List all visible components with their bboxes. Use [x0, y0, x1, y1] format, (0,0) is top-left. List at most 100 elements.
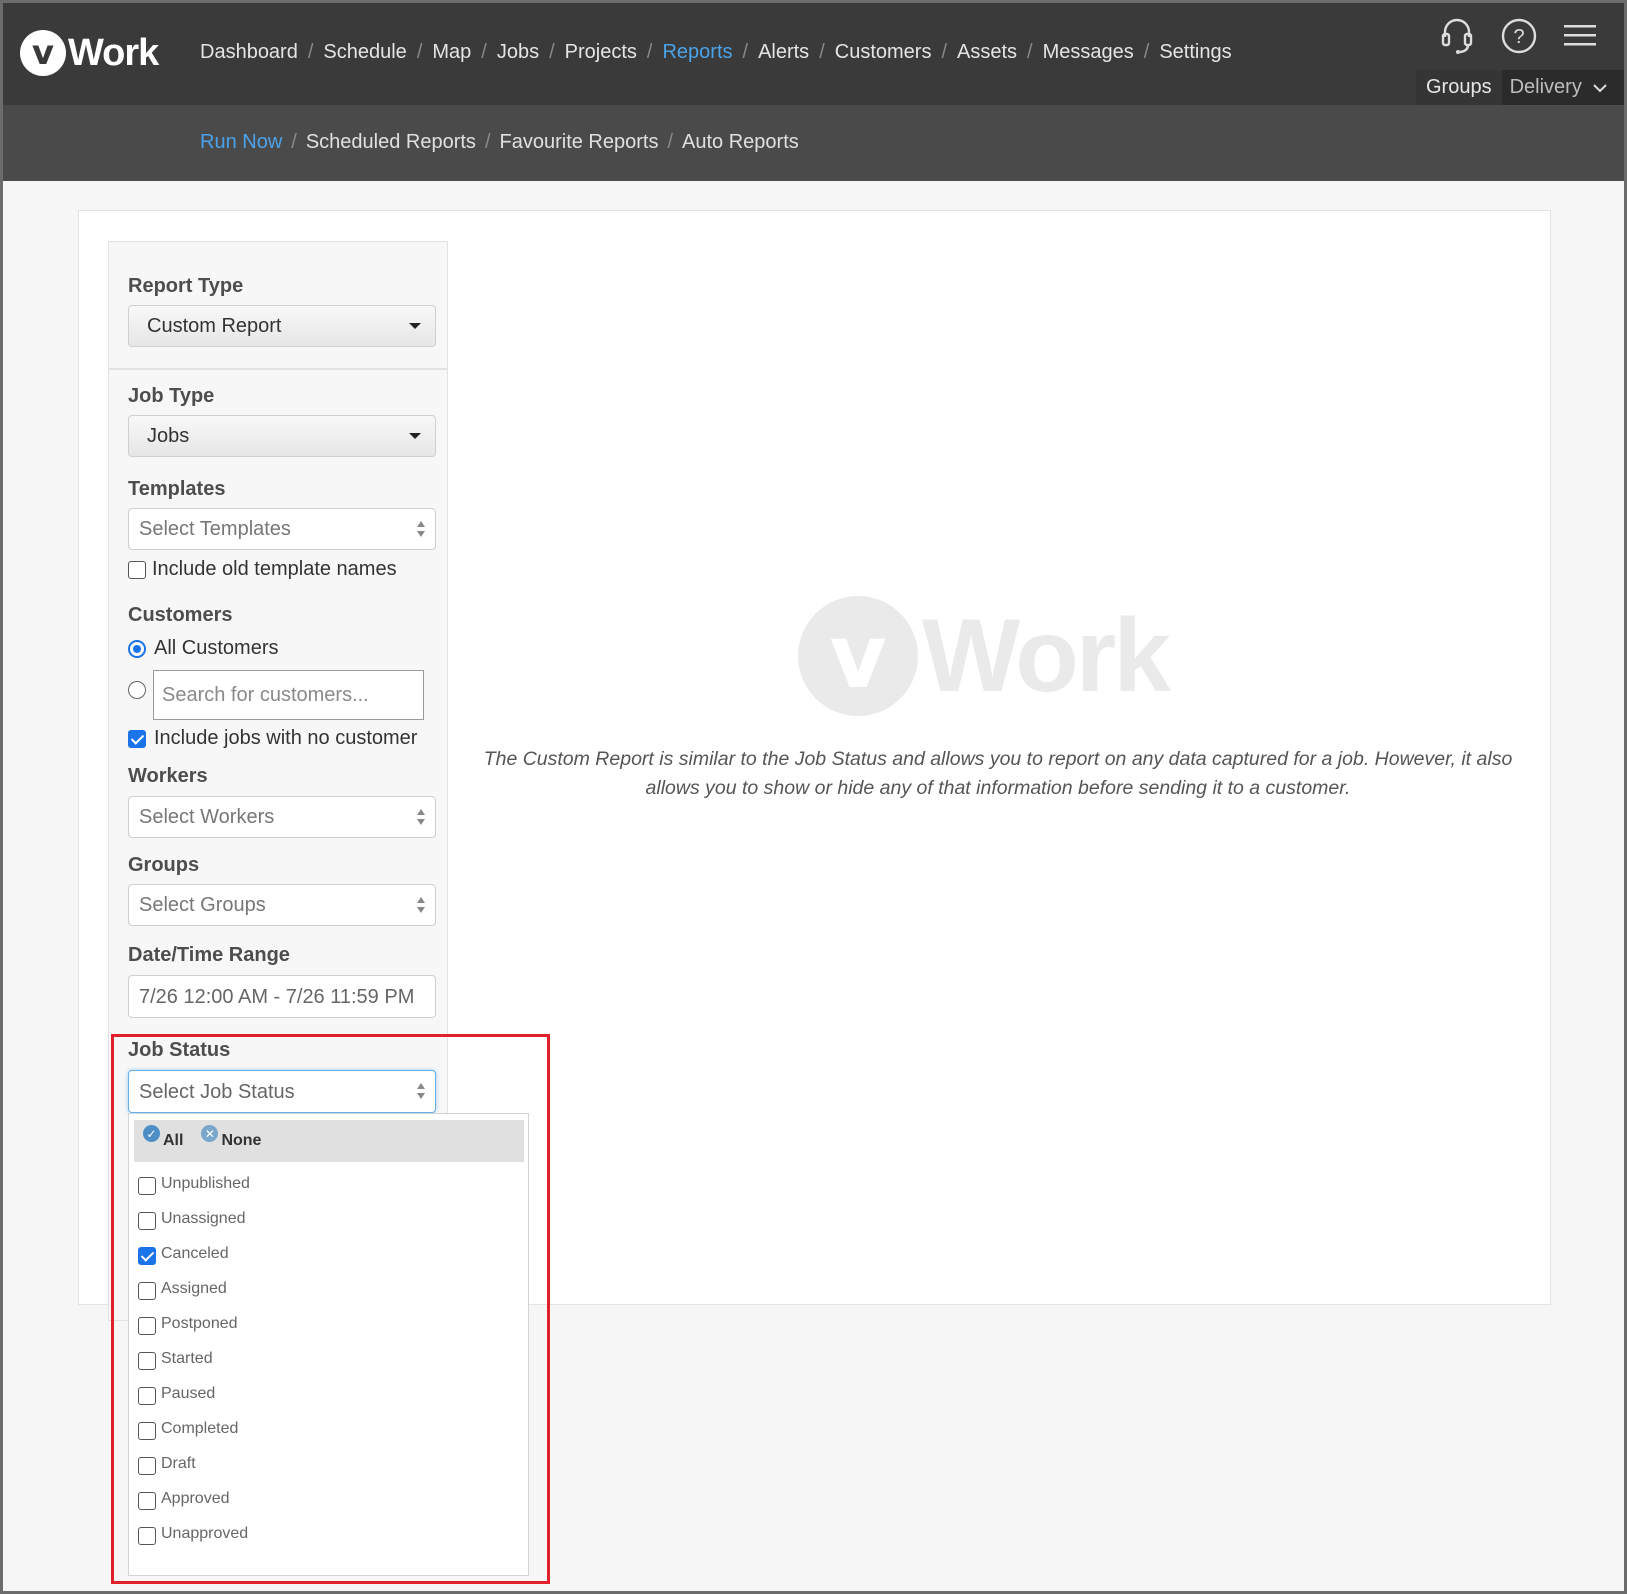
- subnav-item-auto-reports[interactable]: Auto Reports: [682, 131, 799, 154]
- main-nav: Dashboard / Schedule / Map / Jobs / Projects / Rep…: [200, 41, 1232, 64]
- job-status-checkbox[interactable]: [138, 1212, 156, 1230]
- job-status-option-assigned[interactable]: Assigned: [138, 1280, 227, 1300]
- include-no-customer-label: Include jobs with no customer: [154, 727, 418, 749]
- job-status-option-draft[interactable]: Draft: [138, 1455, 196, 1475]
- job-status-checkbox[interactable]: [138, 1492, 156, 1510]
- include-old-templates-row[interactable]: Include old template names: [128, 558, 397, 581]
- groups-filter-label: Groups: [128, 854, 200, 876]
- include-old-templates-checkbox[interactable]: [128, 560, 146, 579]
- job-status-checkbox[interactable]: [138, 1177, 156, 1195]
- job-status-checkbox[interactable]: [138, 1317, 156, 1335]
- nav-item-reports[interactable]: Reports: [662, 41, 732, 64]
- date-range-label: Date/Time Range: [128, 944, 290, 966]
- caret-down-icon: [409, 433, 421, 439]
- job-status-option-label: Paused: [161, 1385, 216, 1402]
- job-status-option-label: Postponed: [161, 1315, 238, 1332]
- search-customers-row[interactable]: [128, 681, 146, 699]
- all-customers-radio[interactable]: [128, 639, 146, 658]
- watermark-mark: v: [798, 596, 918, 716]
- groups-label[interactable]: Groups: [1416, 70, 1502, 105]
- current-group[interactable]: Delivery: [1502, 76, 1582, 99]
- job-status-checkbox[interactable]: [138, 1387, 156, 1405]
- job-status-checkbox[interactable]: [138, 1352, 156, 1370]
- job-status-option-label: Assigned: [161, 1280, 227, 1297]
- job-status-placeholder: Select Job Status: [139, 1081, 295, 1103]
- nav-item-assets[interactable]: Assets: [957, 41, 1017, 64]
- job-status-option-unassigned[interactable]: Unassigned: [138, 1210, 246, 1230]
- select-all-button[interactable]: ✓ All: [143, 1125, 183, 1150]
- top-icons: ?: [1440, 17, 1596, 55]
- headset-icon[interactable]: [1440, 17, 1474, 55]
- nav-item-dashboard[interactable]: Dashboard: [200, 41, 298, 64]
- nav-separator: /: [819, 41, 825, 63]
- vwork-logo[interactable]: v Work: [20, 29, 159, 77]
- nav-item-customers[interactable]: Customers: [835, 41, 932, 64]
- job-status-checkbox[interactable]: [138, 1527, 156, 1545]
- job-status-option-canceled[interactable]: Canceled: [138, 1245, 229, 1265]
- job-type-select[interactable]: Jobs: [128, 415, 436, 457]
- job-status-option-approved[interactable]: Approved: [138, 1490, 230, 1510]
- job-status-option-unapproved[interactable]: Unapproved: [138, 1525, 248, 1545]
- report-type-select[interactable]: Custom Report: [128, 305, 436, 347]
- job-status-option-label: Canceled: [161, 1245, 229, 1262]
- customer-search-input[interactable]: Search for customers...: [153, 670, 424, 720]
- job-status-option-unpublished[interactable]: Unpublished: [138, 1175, 250, 1195]
- select-none-label: None: [221, 1132, 262, 1149]
- reports-subnav: Run Now / Scheduled Reports / Favourite Repo…: [200, 131, 799, 154]
- subnav-item-run-now[interactable]: Run Now: [200, 131, 282, 154]
- job-status-select[interactable]: Select Job Status: [128, 1070, 436, 1113]
- include-no-customer-checkbox[interactable]: [128, 729, 146, 748]
- job-status-checkbox[interactable]: [138, 1457, 156, 1475]
- nav-separator: /: [941, 41, 948, 63]
- nav-item-alerts[interactable]: Alerts: [758, 41, 809, 64]
- subnav-item-scheduled-reports[interactable]: Scheduled Reports: [306, 131, 476, 154]
- nav-separator: /: [1143, 41, 1150, 63]
- job-status-option-label: Unpublished: [161, 1175, 250, 1192]
- nav-item-projects[interactable]: Projects: [565, 41, 637, 64]
- all-customers-label: All Customers: [154, 637, 279, 659]
- include-old-templates-label: Include old template names: [152, 558, 397, 580]
- nav-item-jobs[interactable]: Jobs: [497, 41, 539, 64]
- subnav-separator: /: [667, 131, 674, 153]
- job-status-option-completed[interactable]: Completed: [138, 1420, 239, 1440]
- date-range-value: 7/26 12:00 AM - 7/26 11:59 PM: [139, 986, 415, 1008]
- nav-separator: /: [549, 41, 555, 63]
- job-status-option-paused[interactable]: Paused: [138, 1385, 216, 1405]
- nav-item-map[interactable]: Map: [432, 41, 471, 64]
- job-status-checkbox[interactable]: [138, 1422, 156, 1440]
- nav-item-messages[interactable]: Messages: [1043, 41, 1134, 64]
- date-range-input[interactable]: 7/26 12:00 AM - 7/26 11:59 PM: [128, 975, 436, 1018]
- job-status-option-started[interactable]: Started: [138, 1350, 213, 1370]
- hamburger-menu-icon[interactable]: [1564, 23, 1596, 49]
- search-customers-radio[interactable]: [128, 681, 146, 699]
- include-no-customer-row[interactable]: Include jobs with no customer: [128, 727, 417, 750]
- divider: [108, 368, 448, 370]
- job-status-checkbox[interactable]: [138, 1247, 156, 1265]
- subnav-item-favourite-reports[interactable]: Favourite Reports: [500, 131, 659, 154]
- customer-search-placeholder: Search for customers...: [162, 684, 369, 706]
- job-type-value: Jobs: [147, 425, 190, 447]
- nav-separator: /: [416, 41, 423, 63]
- job-status-option-label: Started: [161, 1350, 213, 1367]
- chevron-down-icon[interactable]: [1592, 76, 1608, 99]
- caret-down-icon: [409, 323, 421, 329]
- nav-separator: /: [742, 41, 749, 63]
- reports-subnav-bar: Run Now / Scheduled Reports / Favourite Repo…: [3, 105, 1624, 181]
- job-status-option-postponed[interactable]: Postponed: [138, 1315, 238, 1335]
- select-all-none-bar: ✓ All ✕ None: [134, 1120, 524, 1162]
- group-selector[interactable]: Groups Delivery: [1416, 70, 1624, 105]
- templates-placeholder: Select Templates: [139, 518, 291, 540]
- all-customers-row[interactable]: All Customers: [128, 637, 278, 660]
- subnav-separator: /: [484, 131, 491, 153]
- help-icon[interactable]: ?: [1500, 17, 1538, 55]
- nav-item-settings[interactable]: Settings: [1159, 41, 1231, 64]
- customers-label: Customers: [128, 604, 233, 626]
- job-status-option-label: Completed: [161, 1420, 239, 1437]
- workers-select[interactable]: Select Workers: [128, 796, 436, 838]
- groups-select[interactable]: Select Groups: [128, 884, 436, 926]
- select-none-button[interactable]: ✕ None: [201, 1125, 262, 1150]
- close-circle-icon: ✕: [201, 1125, 219, 1142]
- job-status-checkbox[interactable]: [138, 1282, 156, 1300]
- templates-select[interactable]: Select Templates: [128, 508, 436, 550]
- nav-item-schedule[interactable]: Schedule: [323, 41, 406, 64]
